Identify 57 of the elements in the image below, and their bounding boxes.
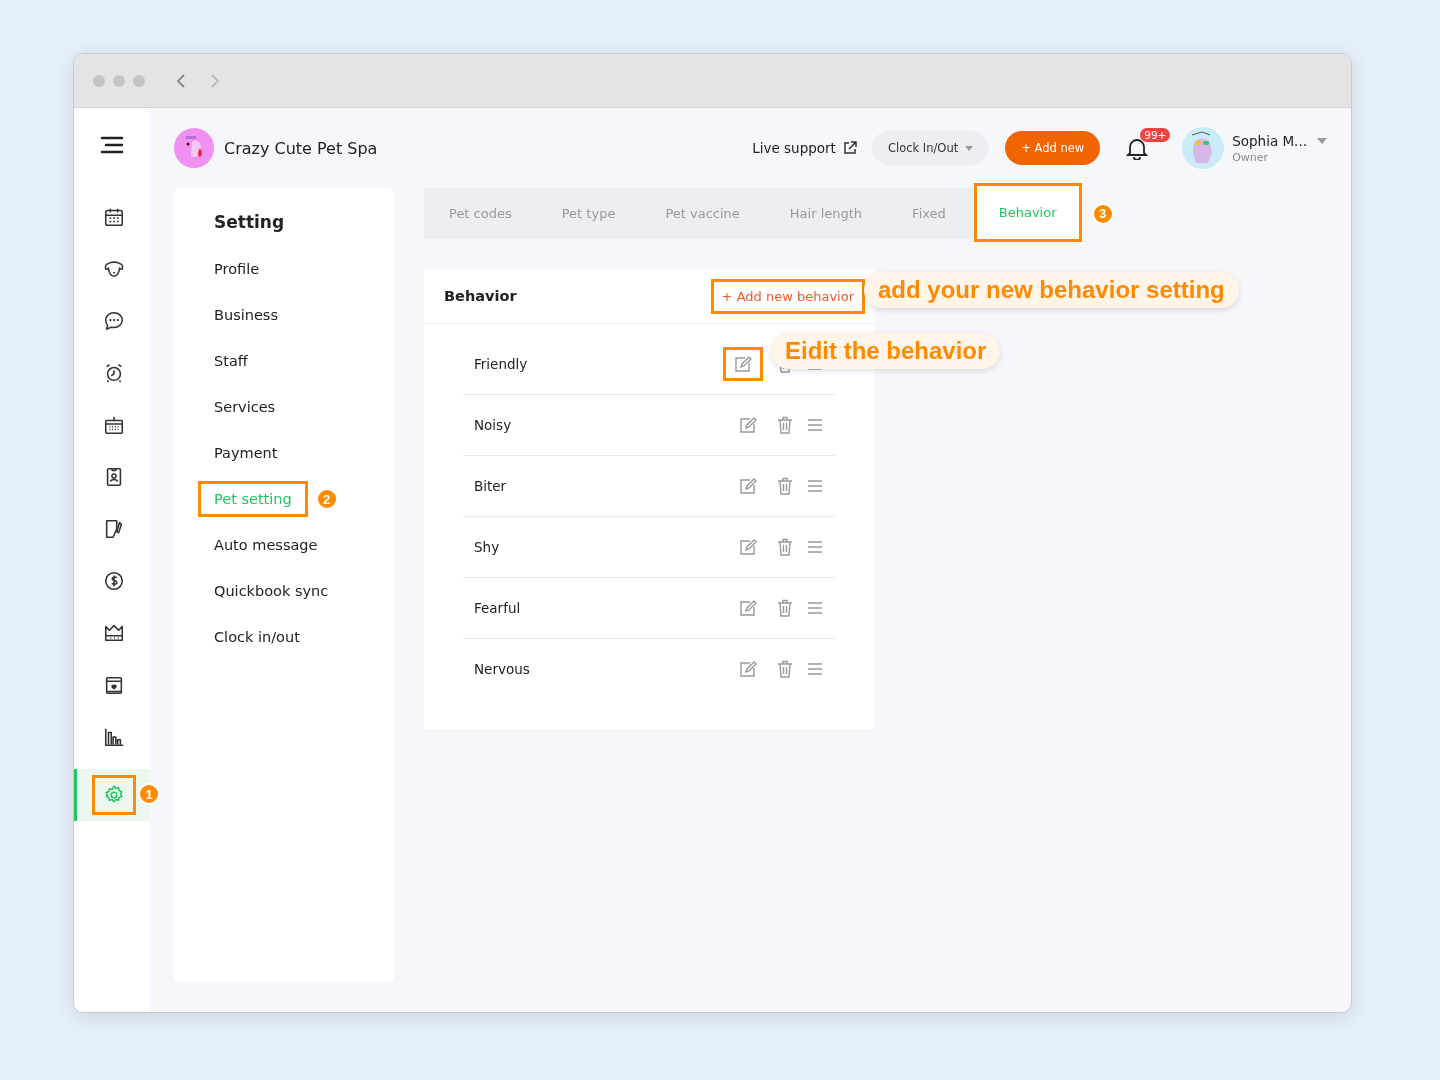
caret-icon[interactable] [1317, 138, 1327, 144]
trash-icon[interactable] [777, 599, 793, 617]
trash-icon[interactable] [777, 538, 793, 556]
drag-handle-icon[interactable] [807, 662, 823, 676]
behavior-name: Nervous [474, 661, 530, 677]
settings-menu-item[interactable]: Services [198, 389, 292, 425]
drag-handle-icon[interactable] [807, 601, 823, 615]
settings-menu-item[interactable]: Auto message [198, 527, 334, 563]
edit-icon [739, 539, 757, 555]
drag-handle-icon[interactable] [807, 540, 823, 554]
step-number-badge: 3 [1091, 202, 1114, 225]
chart-icon [102, 726, 125, 748]
calendar-icon [102, 206, 125, 228]
settings-menu-item[interactable]: Clock in/out [198, 619, 316, 655]
step-number-badge: 2 [315, 488, 338, 510]
caret-icon [965, 145, 974, 151]
edit-hint-tooltip: Eidit the behavior [771, 333, 1001, 369]
user-role: Owner [1232, 150, 1270, 164]
back-icon[interactable] [175, 72, 187, 89]
panel-title: Behavior [444, 288, 517, 304]
edit-icon [739, 661, 757, 677]
settings-menu-item[interactable]: Staff [198, 343, 264, 379]
clock-dropdown[interactable]: Clock In/Out [871, 131, 990, 165]
notification-badge: 99+ [1140, 128, 1171, 142]
edit-icon [739, 417, 757, 433]
edit-button[interactable] [723, 347, 763, 381]
crown-icon [102, 622, 125, 644]
drag-handle-icon[interactable] [807, 418, 823, 432]
behavior-name: Noisy [474, 417, 512, 433]
settings-menu-item[interactable]: Business [198, 297, 294, 333]
chat-icon [102, 310, 125, 332]
settings-menu-item[interactable]: Profile [198, 251, 276, 287]
drag-handle-icon[interactable] [807, 479, 823, 493]
edit-icon [739, 478, 757, 494]
business-name: Crazy Cute Pet Spa [224, 138, 378, 158]
trash-icon[interactable] [777, 477, 793, 495]
behavior-name: Fearful [474, 600, 521, 616]
user-name: Sophia M... [1232, 132, 1307, 149]
planner-icon [102, 414, 125, 436]
step-number-badge: 1 [138, 783, 160, 805]
forward-icon[interactable] [209, 72, 221, 89]
live-support-link[interactable]: Live support [752, 140, 858, 156]
dog-icon [102, 258, 125, 280]
callout-label: add your new behavior setting [864, 272, 1239, 308]
behavior-name: Friendly [474, 356, 528, 372]
trash-icon[interactable] [777, 660, 793, 678]
edit-icon [739, 600, 757, 616]
menu-icon[interactable] [100, 136, 124, 154]
dollar-icon [102, 570, 125, 592]
edit-icon [734, 356, 752, 372]
settings-menu-item[interactable]: Quickbook sync [198, 573, 345, 609]
settings-menu-item[interactable]: Payment [198, 435, 294, 471]
behavior-name: Shy [474, 539, 500, 555]
trash-icon[interactable] [777, 416, 793, 434]
behavior-name: Biter [474, 478, 507, 494]
external-link-icon [841, 140, 858, 156]
settings-title: Setting [214, 212, 286, 232]
